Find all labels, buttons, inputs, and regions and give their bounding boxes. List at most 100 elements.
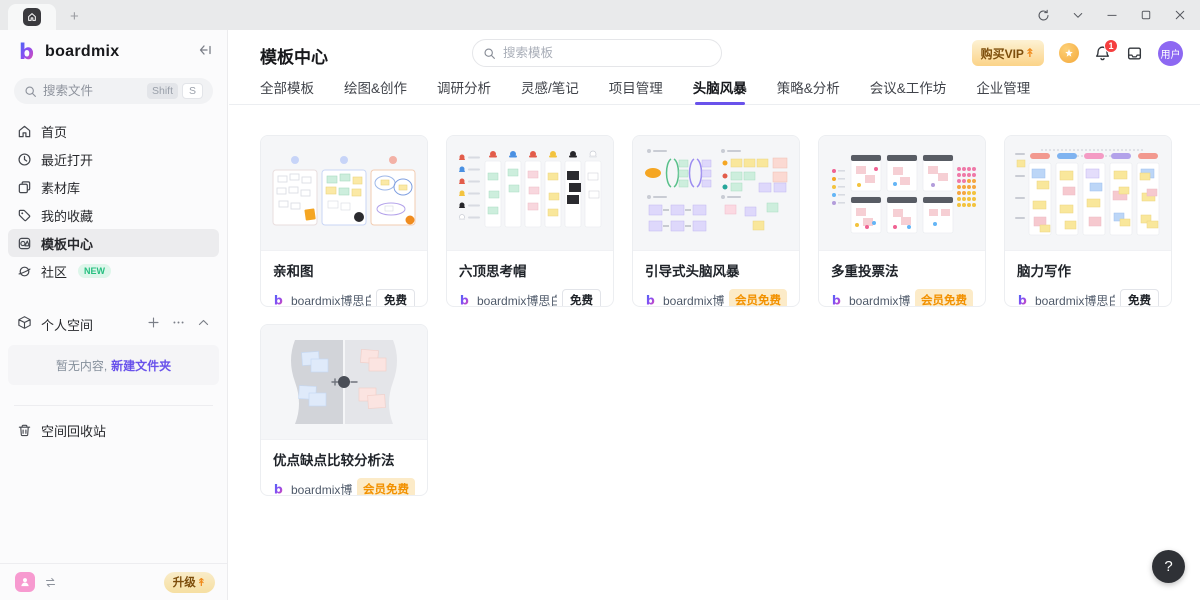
file-search-input[interactable] xyxy=(43,84,143,98)
new-tab-button[interactable]: + xyxy=(70,4,79,30)
template-publisher: boardmix博思白板 xyxy=(1035,292,1115,308)
page-title: 模板中心 xyxy=(260,43,328,68)
sidebar-divider xyxy=(14,405,213,406)
sidebar-item-templates[interactable]: 模板中心 xyxy=(8,229,219,257)
sidebar-item-trash[interactable]: 空间回收站 xyxy=(8,416,219,444)
tag-icon xyxy=(17,208,32,223)
planet-icon xyxy=(17,264,32,279)
svg-text:b: b xyxy=(274,293,283,307)
boardmix-mini-logo: b xyxy=(1017,293,1030,307)
template-card[interactable]: 亲和图 b boardmix博思白板 免费 xyxy=(260,135,428,307)
buy-vip-button[interactable]: 购买VIP↟ xyxy=(972,40,1044,66)
boardmix-mini-logo: b xyxy=(273,482,286,496)
new-folder-link[interactable]: 新建文件夹 xyxy=(111,357,171,374)
template-search-input[interactable] xyxy=(503,46,673,60)
shortcut-key-shift: Shift xyxy=(147,83,178,99)
close-icon[interactable] xyxy=(1174,9,1186,21)
template-card[interactable]: 多重投票法 b boardmix博思白... 会员免费 xyxy=(818,135,986,307)
refresh-icon[interactable] xyxy=(1037,9,1050,22)
sidebar: b boardmix Shift S 首页 最近打开 素材库 我的收藏 模板中心 xyxy=(0,30,228,600)
template-search-box[interactable] xyxy=(472,39,722,67)
sidebar-item-label: 社区 xyxy=(41,262,67,281)
home-icon xyxy=(17,124,32,139)
new-badge: NEW xyxy=(78,264,111,278)
collapse-sidebar-icon[interactable] xyxy=(197,42,213,63)
home-tab-icon xyxy=(23,8,41,26)
points-coin-icon[interactable] xyxy=(1059,43,1079,63)
sidebar-item-assets[interactable]: 素材库 xyxy=(8,173,219,201)
template-card[interactable]: 引导式头脑风暴 b boardmix博思白... 会员免费 xyxy=(632,135,800,307)
template-card[interactable]: 六顶思考帽 b boardmix博思白板 免费 xyxy=(446,135,614,307)
main-area: 模板中心 购买VIP↟ 1 用户 全部模板 绘图&创作 调研分析 灵感/笔记 项… xyxy=(229,30,1200,600)
template-thumbnail xyxy=(819,136,985,251)
svg-text:b: b xyxy=(460,293,469,307)
library-icon xyxy=(17,180,32,195)
price-badge: 会员免费 xyxy=(357,478,415,496)
tab-research-analysis[interactable]: 调研分析 xyxy=(437,77,491,104)
minimize-icon[interactable] xyxy=(1106,9,1118,21)
template-title: 亲和图 xyxy=(273,260,415,280)
maximize-icon[interactable] xyxy=(1140,9,1152,21)
template-title: 优点缺点比较分析法 xyxy=(273,449,415,469)
user-avatar[interactable]: 用户 xyxy=(1158,41,1183,66)
more-icon[interactable] xyxy=(172,316,185,332)
template-title: 多重投票法 xyxy=(831,260,973,280)
tab-inspiration-notes[interactable]: 灵感/笔记 xyxy=(521,77,579,104)
cube-icon xyxy=(17,315,32,333)
empty-space-box: 暂无内容, 新建文件夹 xyxy=(8,345,219,385)
notification-count-badge: 1 xyxy=(1104,39,1118,53)
template-thumbnail xyxy=(261,136,427,251)
clock-icon xyxy=(17,152,32,167)
tab-project-management[interactable]: 项目管理 xyxy=(609,77,663,104)
user-avatar-small[interactable] xyxy=(15,572,35,592)
help-button[interactable]: ? xyxy=(1152,550,1185,583)
template-card[interactable]: 优点缺点比较分析法 b boardmix博思白... 会员免费 xyxy=(260,324,428,496)
sidebar-item-community[interactable]: 社区 NEW xyxy=(8,257,219,285)
chevron-down-icon[interactable] xyxy=(1072,9,1084,21)
personal-space-header[interactable]: 个人空间 xyxy=(8,311,219,337)
price-badge: 免费 xyxy=(376,289,415,307)
sidebar-item-label: 素材库 xyxy=(41,178,80,197)
app-tab[interactable] xyxy=(8,4,56,30)
sidebar-item-label: 空间回收站 xyxy=(41,421,106,440)
template-title: 引导式头脑风暴 xyxy=(645,260,787,280)
price-badge: 会员免费 xyxy=(729,289,787,307)
upgrade-button[interactable]: 升级↟ xyxy=(164,572,215,593)
search-icon xyxy=(24,85,37,98)
price-badge: 会员免费 xyxy=(915,289,973,307)
tab-drawing-creation[interactable]: 绘图&创作 xyxy=(344,77,407,104)
sidebar-item-label: 我的收藏 xyxy=(41,206,93,225)
tab-meetings-workshops[interactable]: 会议&工作坊 xyxy=(870,77,947,104)
shortcut-key-s: S xyxy=(182,83,203,99)
sidebar-footer: 升级↟ xyxy=(0,563,227,600)
svg-text:b: b xyxy=(832,293,841,307)
sidebar-item-home[interactable]: 首页 xyxy=(8,117,219,145)
add-folder-icon[interactable] xyxy=(147,316,160,332)
template-publisher: boardmix博思白... xyxy=(291,481,352,497)
template-thumbnail xyxy=(1005,136,1171,251)
tab-all-templates[interactable]: 全部模板 xyxy=(260,77,314,104)
notifications-bell-icon[interactable]: 1 xyxy=(1094,45,1111,62)
switch-account-icon[interactable] xyxy=(44,576,57,589)
tab-brainstorming[interactable]: 头脑风暴 xyxy=(693,77,747,104)
boardmix-logo-icon: b xyxy=(16,41,38,63)
svg-text:b: b xyxy=(1018,293,1027,307)
empty-text: 暂无内容, xyxy=(56,357,107,374)
inbox-icon[interactable] xyxy=(1126,45,1143,62)
file-search-box[interactable]: Shift S xyxy=(14,78,213,104)
collapse-section-icon[interactable] xyxy=(197,316,210,332)
sidebar-item-recent[interactable]: 最近打开 xyxy=(8,145,219,173)
template-publisher: boardmix博思白... xyxy=(663,292,724,308)
template-thumbnail xyxy=(633,136,799,251)
svg-text:b: b xyxy=(646,293,655,307)
sidebar-item-label: 模板中心 xyxy=(41,234,93,253)
sidebar-item-favorites[interactable]: 我的收藏 xyxy=(8,201,219,229)
template-title: 六顶思考帽 xyxy=(459,260,601,280)
template-card[interactable]: 脑力写作 b boardmix博思白板 免费 xyxy=(1004,135,1172,307)
tab-enterprise-management[interactable]: 企业管理 xyxy=(976,77,1030,104)
template-publisher: boardmix博思白板 xyxy=(291,292,371,308)
category-tabs: 全部模板 绘图&创作 调研分析 灵感/笔记 项目管理 头脑风暴 策略&分析 会议… xyxy=(229,77,1200,105)
sidebar-menu: 首页 最近打开 素材库 我的收藏 模板中心 社区 NEW xyxy=(0,117,227,285)
boardmix-mini-logo: b xyxy=(459,293,472,307)
tab-strategy-analysis[interactable]: 策略&分析 xyxy=(777,77,840,104)
